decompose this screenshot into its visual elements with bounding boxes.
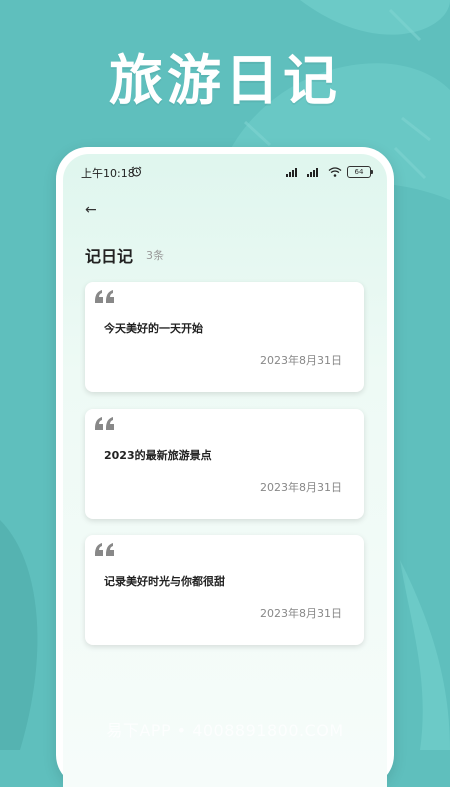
entry-text: 记录美好时光与你都很甜 [104,575,225,588]
signal-icon [286,168,297,177]
diary-entry-card[interactable]: 记录美好时光与你都很甜 2023年8月31日 [85,535,364,645]
quote-icon [95,543,114,556]
watermark-text: 易下APP • 4008891800.COM [106,721,344,740]
status-time: 上午10:18 [81,167,135,180]
quote-icon [95,290,114,303]
entry-date: 2023年8月31日 [260,607,342,620]
page-title: 记日记 [85,247,134,266]
banner-title: 旅游日记 [109,49,341,112]
entry-count: 3条 [146,249,164,262]
alarm-icon [131,166,142,177]
diary-entry-card[interactable]: 今天美好的一天开始 2023年8月31日 [85,282,364,392]
signal-icon [307,168,318,177]
quote-icon [95,417,114,430]
entry-date: 2023年8月31日 [260,481,342,494]
back-button[interactable]: ← [85,203,101,217]
battery-icon: 64 [347,166,373,178]
entry-text: 今天美好的一天开始 [104,322,203,335]
phone-frame: 上午10:18 64 ← 记日记 3条 今天美好的一天开始 2023年8月31日… [56,147,394,787]
entry-text: 2023的最新旅游景点 [104,449,212,462]
entry-date: 2023年8月31日 [260,354,342,367]
wifi-icon [328,167,342,177]
status-bar: 上午10:18 64 [63,164,387,182]
status-icons: 64 [286,166,373,178]
diary-entry-card[interactable]: 2023的最新旅游景点 2023年8月31日 [85,409,364,519]
app-screen: 上午10:18 64 ← 记日记 3条 今天美好的一天开始 2023年8月31日… [63,154,387,787]
